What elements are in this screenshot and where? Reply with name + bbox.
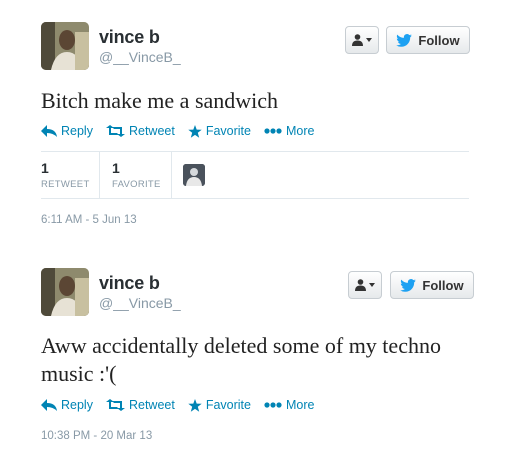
more-label: More (285, 398, 315, 412)
favorite-button[interactable]: Favorite (188, 398, 251, 412)
divider (171, 152, 172, 198)
tweet-actions: Reply Retweet Favorite More (41, 124, 327, 138)
retweet-count: 1 (41, 160, 49, 176)
username[interactable]: @__VinceB_ (99, 49, 181, 65)
reply-label: Reply (61, 398, 93, 412)
avatar[interactable] (41, 22, 89, 70)
retweet-stat-label: RETWEET (41, 179, 90, 190)
follow-label: Follow (418, 32, 460, 48)
favorite-star-icon (188, 398, 202, 412)
more-dots-icon (264, 128, 282, 134)
reply-button[interactable]: Reply (41, 398, 93, 412)
avatar[interactable] (41, 268, 89, 316)
timestamp[interactable]: 10:38 PM - 20 Mar 13 (41, 430, 152, 442)
more-button[interactable]: More (264, 398, 314, 412)
favorite-stat-label: FAVORITE (112, 179, 161, 190)
retweet-icon (105, 125, 125, 137)
user-actions-button[interactable] (345, 26, 379, 54)
retweet-label: Retweet (128, 124, 175, 138)
retweet-label: Retweet (128, 398, 175, 412)
display-name[interactable]: vince b (99, 27, 160, 48)
retweet-button[interactable]: Retweet (105, 124, 175, 138)
favorite-star-icon (188, 124, 202, 138)
retweet-icon (105, 399, 125, 411)
favorite-count: 1 (112, 160, 120, 176)
tweet-actions: Reply Retweet Favorite More (41, 398, 327, 412)
retweet-button[interactable]: Retweet (105, 398, 175, 412)
reply-arrow-icon (41, 125, 57, 137)
more-button[interactable]: More (264, 124, 314, 138)
chevron-down-icon (366, 38, 372, 42)
divider (99, 152, 100, 198)
timestamp[interactable]: 6:11 AM - 5 Jun 13 (41, 214, 137, 226)
tweet-text: Bitch make me a sandwich (41, 88, 279, 113)
reply-arrow-icon (41, 399, 57, 411)
username[interactable]: @__VinceB_ (99, 295, 181, 311)
more-dots-icon (264, 402, 282, 408)
favorite-label: Favorite (205, 398, 251, 412)
user-actions-button[interactable] (348, 271, 382, 299)
user-dropdown-icon (352, 34, 363, 46)
follow-label: Follow (422, 277, 464, 293)
twitter-bird-icon (396, 33, 413, 47)
display-name[interactable]: vince b (99, 273, 160, 294)
reply-label: Reply (61, 124, 93, 138)
reply-button[interactable]: Reply (41, 124, 93, 138)
follow-button[interactable]: Follow (386, 26, 470, 54)
tweet-stats: 1 RETWEET 1 FAVORITE (41, 151, 469, 199)
more-label: More (285, 124, 315, 138)
chevron-down-icon (369, 283, 375, 287)
retweeter-avatar[interactable] (183, 164, 205, 186)
twitter-bird-icon (400, 278, 417, 292)
tweet-text: Aww accidentally deleted some of my tech… (41, 333, 441, 386)
favorite-button[interactable]: Favorite (188, 124, 251, 138)
follow-button[interactable]: Follow (390, 271, 474, 299)
favorite-label: Favorite (205, 124, 251, 138)
user-dropdown-icon (355, 279, 366, 291)
